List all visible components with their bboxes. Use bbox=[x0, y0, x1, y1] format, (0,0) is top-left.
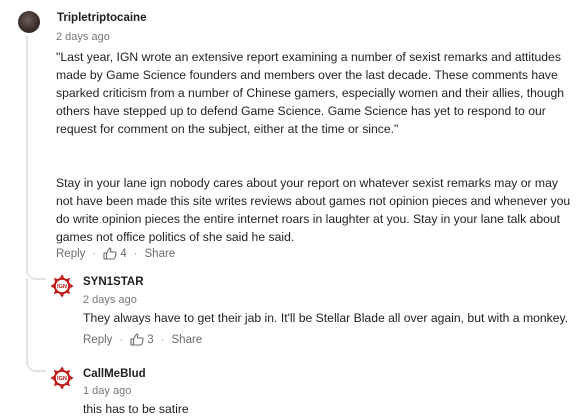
like-button[interactable]: 4 bbox=[103, 247, 127, 260]
comment-timestamp[interactable]: 1 day ago bbox=[83, 385, 131, 397]
comment-username[interactable]: Tripletriptocaine bbox=[57, 12, 146, 24]
share-button[interactable]: Share bbox=[145, 248, 176, 260]
thread-line bbox=[26, 36, 28, 266]
comment-username[interactable]: CallMeBlud bbox=[83, 368, 146, 380]
ign-logo-icon: IGN bbox=[50, 274, 74, 302]
ign-logo-icon: IGN bbox=[50, 366, 74, 394]
like-count: 3 bbox=[147, 333, 154, 346]
comment-paragraph: Stay in your lane ign nobody cares about… bbox=[56, 176, 571, 244]
comment-paragraph: this has to be satire bbox=[83, 402, 189, 416]
separator-dot: · bbox=[133, 247, 138, 260]
comment-timestamp[interactable]: 2 days ago bbox=[83, 294, 137, 306]
reply-button[interactable]: Reply bbox=[56, 248, 85, 260]
comment-paragraph: "Last year, IGN wrote an extensive repor… bbox=[56, 50, 565, 136]
svg-text:IGN: IGN bbox=[57, 376, 67, 382]
avatar[interactable]: IGN bbox=[50, 366, 74, 390]
reply-button[interactable]: Reply bbox=[83, 334, 112, 346]
thread-line bbox=[26, 278, 28, 358]
like-count: 4 bbox=[120, 247, 127, 260]
separator-dot: · bbox=[160, 333, 165, 346]
reply-connector bbox=[26, 358, 46, 372]
comment-timestamp[interactable]: 2 days ago bbox=[56, 31, 110, 43]
comment-paragraph: They always have to get their jab in. It… bbox=[83, 311, 569, 325]
like-button[interactable]: 3 bbox=[130, 333, 154, 346]
comment-actions: Reply · 3 · Share bbox=[83, 333, 202, 346]
separator-dot: · bbox=[92, 247, 97, 260]
svg-text:IGN: IGN bbox=[57, 284, 67, 290]
thumbs-up-icon bbox=[130, 333, 144, 346]
comment-username[interactable]: SYN1STAR bbox=[83, 276, 144, 288]
thumbs-up-icon bbox=[103, 247, 117, 260]
comment-actions: Reply · 4 · Share bbox=[56, 247, 175, 260]
avatar[interactable] bbox=[18, 11, 40, 33]
reply-connector bbox=[26, 266, 46, 280]
share-button[interactable]: Share bbox=[172, 334, 203, 346]
comments-section: Tripletriptocaine 2 days ago "Last year,… bbox=[0, 0, 584, 420]
avatar[interactable]: IGN bbox=[50, 274, 74, 298]
separator-dot: · bbox=[119, 333, 124, 346]
